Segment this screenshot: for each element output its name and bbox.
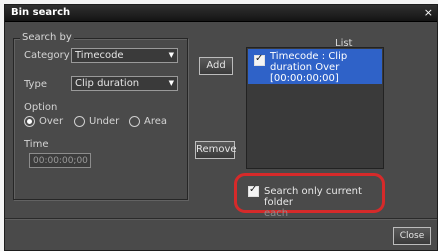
time-label: Time <box>24 139 49 150</box>
chevron-down-icon: ▼ <box>168 79 174 87</box>
condition-list[interactable]: ✓ Timecode : Clip duration Over [00:00:0… <box>246 47 384 169</box>
bin-search-dialog: Bin search × Search by Category Timecode… <box>4 4 438 251</box>
radio-under[interactable]: Under <box>74 116 119 127</box>
window-title: Bin search <box>11 7 71 18</box>
radio-under-label: Under <box>89 116 120 127</box>
title-bar[interactable]: Bin search × <box>5 5 437 22</box>
footer-divider <box>5 218 437 219</box>
check-icon: ✓ <box>255 53 264 64</box>
list-item-label: Timecode : Clip duration Over [00:00:00;… <box>270 51 348 84</box>
close-button[interactable]: Close <box>393 227 431 245</box>
radio-over[interactable]: Over <box>24 116 63 127</box>
type-select[interactable]: Clip duration ▼ <box>71 76 178 91</box>
search-only-current-folder-checkbox[interactable]: ✓ Search only current folder each <box>248 184 382 219</box>
list-item-checkbox[interactable]: ✓ <box>254 53 265 66</box>
time-input[interactable]: 00:00:00;00 <box>29 153 91 168</box>
checkbox-box: ✓ <box>248 184 259 197</box>
type-label: Type <box>24 79 47 90</box>
radio-over-label: Over <box>39 116 64 127</box>
radio-empty-icon <box>129 116 140 127</box>
radio-empty-icon <box>74 116 85 127</box>
option-label: Option <box>24 102 58 113</box>
radio-area[interactable]: Area <box>129 116 167 127</box>
radio-area-label: Area <box>144 116 168 127</box>
close-icon[interactable]: × <box>424 6 433 19</box>
chevron-down-icon: ▼ <box>168 51 174 59</box>
list-item[interactable]: ✓ Timecode : Clip duration Over [00:00:0… <box>248 49 382 84</box>
search-only-current-folder-label: Search only current folder each <box>264 186 382 219</box>
add-button[interactable]: Add <box>199 57 233 75</box>
radio-selected-icon <box>24 116 35 127</box>
remove-button[interactable]: Remove <box>195 141 237 159</box>
category-label: Category <box>24 50 70 61</box>
check-icon: ✓ <box>249 184 258 195</box>
search-by-group: Search by Category Timecode ▼ Type Clip … <box>13 32 188 200</box>
category-select[interactable]: Timecode ▼ <box>71 48 178 63</box>
type-select-value: Clip duration <box>75 78 140 89</box>
search-by-legend: Search by <box>20 32 74 43</box>
search-only-current-folder-text: Search only current folder <box>264 186 362 208</box>
category-select-value: Timecode <box>75 50 124 61</box>
